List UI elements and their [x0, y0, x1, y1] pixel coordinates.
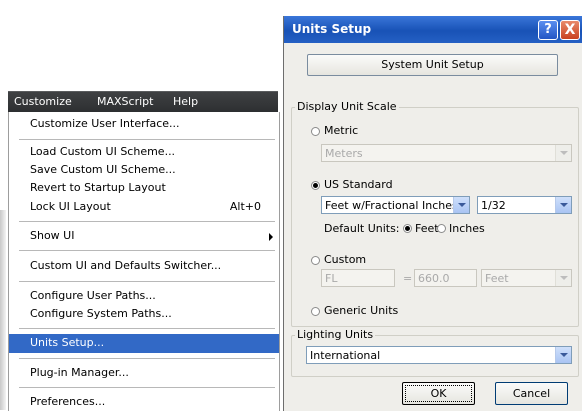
help-button[interactable]: ? [538, 20, 558, 40]
menu-item-customize-user-interface[interactable]: Customize User Interface... [9, 115, 279, 133]
fraction-dropdown[interactable]: 1/32 [477, 196, 572, 214]
menu-item-label: Custom UI and Defaults Switcher... [30, 259, 222, 272]
chevron-down-icon[interactable] [555, 197, 571, 213]
chevron-down-icon [555, 270, 571, 286]
menu-item-label: Revert to Startup Layout [30, 181, 166, 194]
fraction-value: 1/32 [481, 199, 506, 212]
menu-item-label: Load Custom UI Scheme... [30, 145, 176, 158]
menu-item-custom-ui-defaults-switcher[interactable]: Custom UI and Defaults Switcher... [9, 257, 279, 275]
menu-item-label: Customize User Interface... [30, 117, 180, 130]
dialog-title: Units Setup [292, 22, 372, 36]
custom-label: Custom [324, 253, 367, 266]
menu-separator [19, 281, 275, 282]
generic-units-label: Generic Units [324, 304, 399, 317]
menu-item-show-ui[interactable]: Show UI [9, 227, 279, 245]
menu-separator [19, 328, 275, 329]
menu-item-load-custom-ui-scheme[interactable]: Load Custom UI Scheme... [9, 143, 279, 161]
menu-separator [19, 358, 275, 359]
chevron-down-icon[interactable] [453, 197, 469, 213]
menu-item-label: Configure User Paths... [30, 289, 156, 302]
background-panel [0, 210, 6, 410]
menu-item-label: Show UI [30, 229, 75, 242]
custom-amount-field: 660.0 [414, 269, 477, 287]
menu-item-configure-user-paths[interactable]: Configure User Paths... [9, 287, 279, 305]
feet-radio[interactable] [403, 224, 412, 233]
inches-label: Inches [449, 222, 485, 235]
metric-unit-dropdown: Meters [321, 144, 572, 162]
inches-radio[interactable] [437, 224, 446, 233]
menu-help[interactable]: Help [173, 95, 198, 108]
menu-item-revert-to-startup-layout[interactable]: Revert to Startup Layout [9, 179, 279, 197]
menu-item-configure-system-paths[interactable]: Configure System Paths... [9, 305, 279, 323]
menu-item-label: Preferences... [30, 395, 106, 408]
custom-radio[interactable] [311, 256, 320, 265]
us-standard-unit-dropdown[interactable]: Feet w/Fractional Inches [321, 196, 470, 214]
default-units-label: Default Units: [324, 222, 400, 235]
custom-equals-label: = [403, 272, 413, 285]
menu-separator [19, 250, 275, 251]
custom-unit-value: Feet [485, 272, 509, 285]
units-setup-dialog: Units Setup ? X System Unit Setup Displa… [283, 16, 582, 411]
lighting-units-dropdown[interactable]: International [306, 346, 572, 364]
custom-amount-value: 660.0 [418, 272, 450, 285]
feet-label: Feet [415, 222, 439, 235]
lighting-units-value: International [310, 349, 381, 362]
menu-separator [19, 139, 275, 140]
generic-units-radio[interactable] [311, 307, 320, 316]
menu-item-label: Save Custom UI Scheme... [30, 163, 176, 176]
dialog-titlebar[interactable]: Units Setup ? X [284, 16, 582, 43]
metric-unit-value: Meters [325, 147, 363, 160]
ok-button[interactable]: OK [402, 382, 475, 405]
menu-item-plugin-manager[interactable]: Plug-in Manager... [9, 364, 279, 382]
menu-item-label: Units Setup... [30, 336, 105, 349]
customize-dropdown-menu: Customize User Interface... Load Custom … [8, 112, 280, 411]
close-button[interactable]: X [560, 20, 580, 40]
main-menu-bar: Customize MAXScript Help [8, 91, 278, 112]
menu-separator [19, 387, 275, 388]
metric-label: Metric [324, 124, 359, 137]
us-standard-radio[interactable] [311, 181, 320, 190]
metric-radio[interactable] [311, 127, 320, 136]
menu-item-lock-ui-layout[interactable]: Lock UI Layout Alt+0 [9, 198, 279, 216]
submenu-arrow-icon [269, 233, 273, 241]
menu-maxscript[interactable]: MAXScript [97, 95, 153, 108]
menu-separator [19, 221, 275, 222]
menu-item-shortcut: Alt+0 [229, 200, 261, 213]
menu-item-units-setup[interactable]: Units Setup... [9, 334, 279, 353]
menu-item-label: Lock UI Layout [30, 200, 111, 213]
menu-item-label: Configure System Paths... [30, 307, 172, 320]
menu-customize[interactable]: Customize [14, 95, 72, 108]
chevron-down-icon[interactable] [555, 347, 571, 363]
custom-name-value: FL [325, 272, 338, 285]
chevron-down-icon [555, 145, 571, 161]
system-unit-setup-button[interactable]: System Unit Setup [307, 54, 558, 76]
menu-item-save-custom-ui-scheme[interactable]: Save Custom UI Scheme... [9, 161, 279, 179]
custom-name-field: FL [321, 269, 395, 287]
menu-item-preferences[interactable]: Preferences... [9, 393, 279, 411]
us-standard-label: US Standard [324, 178, 393, 191]
cancel-button[interactable]: Cancel [495, 382, 568, 405]
display-unit-scale-group [291, 107, 579, 327]
menu-item-label: Plug-in Manager... [30, 366, 129, 379]
display-unit-scale-legend: Display Unit Scale [295, 100, 399, 113]
lighting-units-legend: Lighting Units [295, 328, 376, 341]
custom-unit-dropdown: Feet [481, 269, 572, 287]
us-standard-unit-value: Feet w/Fractional Inches [325, 199, 458, 212]
